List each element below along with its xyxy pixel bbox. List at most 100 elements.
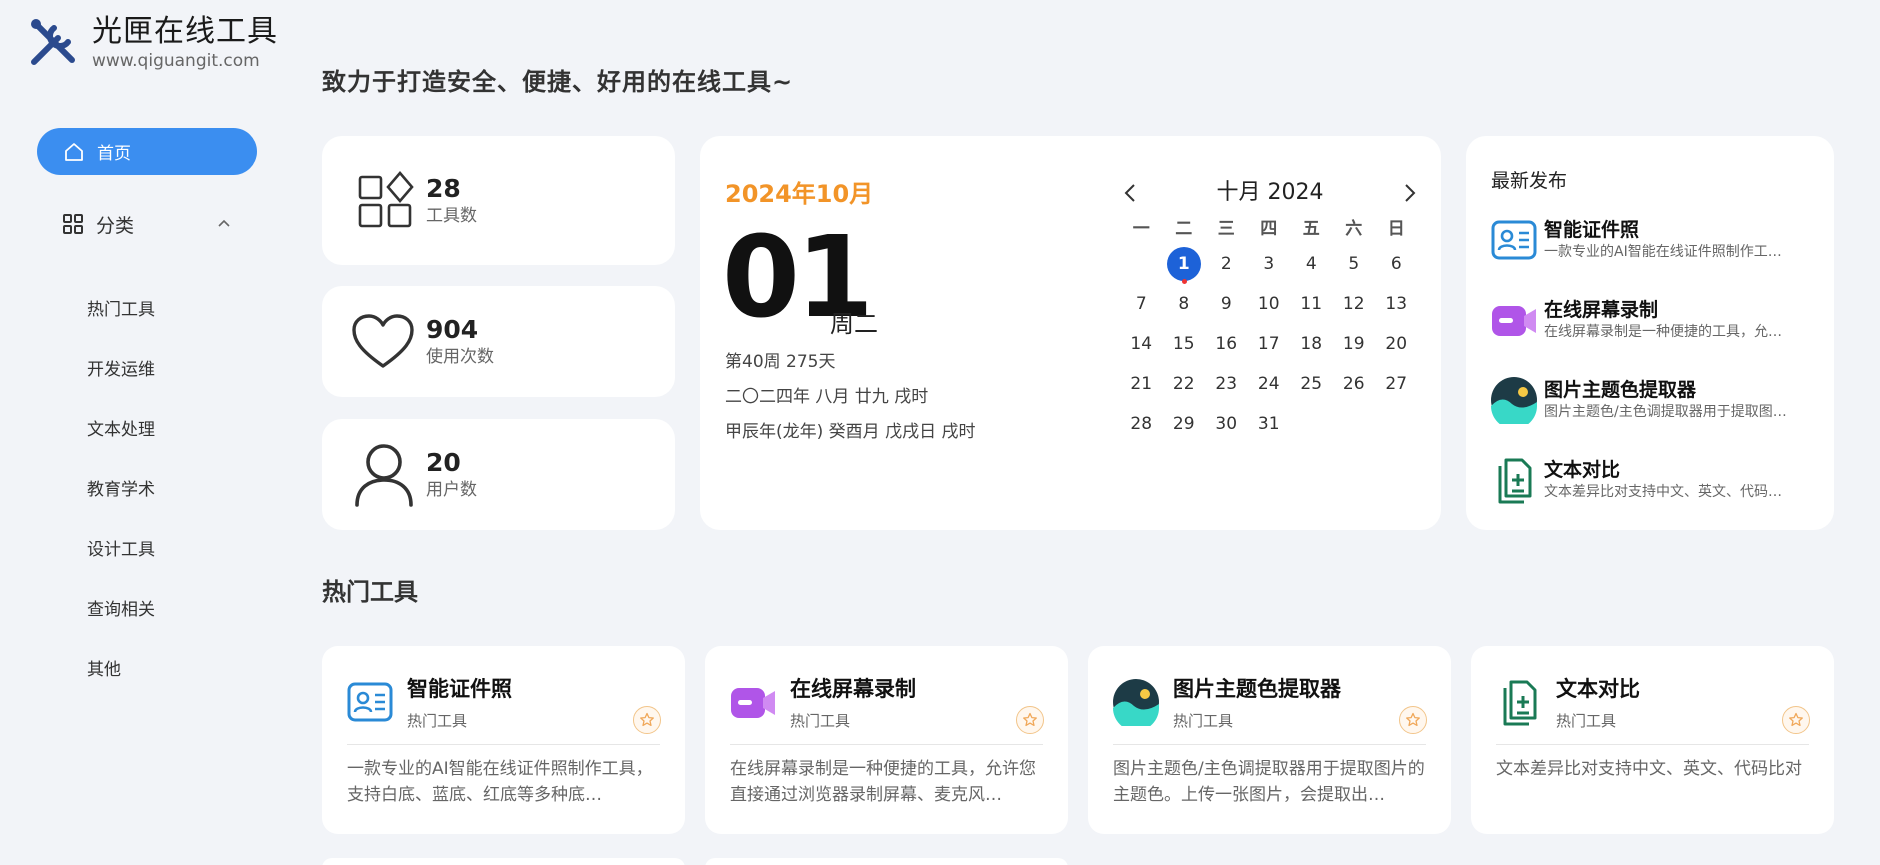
calendar-day[interactable]: 17 xyxy=(1248,324,1291,364)
calendar-day-label: 30 xyxy=(1215,414,1238,434)
calendar-day-label: 12 xyxy=(1342,294,1365,314)
weekday-row: 一 二 三 四 五 六 日 xyxy=(1120,214,1420,244)
calendar-ganzhi: 甲辰年(龙年) 癸酉月 戊戌日 戌时 xyxy=(725,422,976,442)
latest-item-title: 智能证件照 xyxy=(1544,219,1640,241)
calendar-day-label: 21 xyxy=(1130,374,1153,394)
calendar-day[interactable]: 6 xyxy=(1375,244,1418,284)
calendar-day[interactable]: 20 xyxy=(1375,324,1418,364)
favorite-button[interactable] xyxy=(1782,706,1810,734)
calendar-day[interactable]: 25 xyxy=(1290,364,1333,404)
latest-title: 最新发布 xyxy=(1491,170,1568,192)
sidebar-item-other[interactable]: 其他 xyxy=(87,655,155,715)
mini-calendar-title: 十月 2024 xyxy=(1216,180,1324,205)
sidebar-item-design[interactable]: 设计工具 xyxy=(87,535,155,595)
calendar-day[interactable]: 4 xyxy=(1290,244,1333,284)
calendar-day[interactable]: 24 xyxy=(1248,364,1291,404)
calendar-empty-cell xyxy=(1375,404,1418,444)
calendar-day[interactable]: 5 xyxy=(1333,244,1376,284)
sidebar-item-hot[interactable]: 热门工具 xyxy=(87,295,155,355)
calendar-day[interactable]: 2 xyxy=(1205,244,1248,284)
tool-card-id-photo[interactable]: 智能证件照 热门工具 一款专业的AI智能在线证件照制作工具，支持白底、蓝底、红底… xyxy=(322,646,685,834)
calendar-day-today[interactable]: 1 xyxy=(1163,244,1206,284)
calendar-day-label: 24 xyxy=(1257,374,1280,394)
tool-card-partial[interactable] xyxy=(322,858,685,865)
calendar-day[interactable]: 31 xyxy=(1248,404,1291,444)
brand-logo[interactable]: 光匣在线工具 www.qiguangit.com xyxy=(24,14,278,72)
sidebar-item-devops[interactable]: 开发运维 xyxy=(87,355,155,415)
video-camera-icon xyxy=(1492,306,1536,336)
weekday-label: 二 xyxy=(1175,219,1193,239)
calendar-week-row: 7 8 9 10 11 12 13 xyxy=(1120,284,1420,324)
tool-card-screen-record[interactable]: 在线屏幕录制 热门工具 在线屏幕录制是一种便捷的工具，允许您直接通过浏览器录制屏… xyxy=(705,646,1068,834)
calendar-day[interactable]: 30 xyxy=(1205,404,1248,444)
tool-card-desc: 一款专业的AI智能在线证件照制作工具，支持白底、蓝底、红底等多种底… xyxy=(347,759,653,805)
star-icon xyxy=(1789,712,1803,727)
chevron-left-icon[interactable] xyxy=(1120,182,1142,204)
calendar-day[interactable]: 15 xyxy=(1163,324,1206,364)
tool-card-text-compare[interactable]: 文本对比 热门工具 文本差异比对支持中文、英文、代码比对 xyxy=(1471,646,1834,834)
favorite-button[interactable] xyxy=(633,706,661,734)
latest-item-text-compare[interactable]: 文本对比 文本差异比对支持中文、英文、代码… xyxy=(1490,452,1820,508)
tool-card-partial[interactable] xyxy=(705,858,1068,865)
calendar-day[interactable]: 19 xyxy=(1333,324,1376,364)
calendar-day[interactable]: 26 xyxy=(1333,364,1376,404)
calendar-week-row: 14 15 16 17 18 19 20 xyxy=(1120,324,1420,364)
brand-domain: www.qiguangit.com xyxy=(92,51,260,71)
tool-card-title: 文本对比 xyxy=(1556,677,1640,701)
weekday-label: 三 xyxy=(1217,219,1235,239)
mini-calendar: 十月 2024 一 二 三 四 五 六 日 1 2 3 4 5 6 7 8 9 10 11 12 13 1… xyxy=(1120,176,1420,444)
brand-title: 光匣在线工具 xyxy=(92,14,278,49)
calendar-day[interactable]: 23 xyxy=(1205,364,1248,404)
favorite-button[interactable] xyxy=(1016,706,1044,734)
calendar-day-label: 13 xyxy=(1385,294,1408,314)
nav-home-label: 首页 xyxy=(97,144,131,164)
chevron-right-icon[interactable] xyxy=(1398,182,1420,204)
calendar-day[interactable]: 29 xyxy=(1163,404,1206,444)
page-slogan: 致力于打造安全、便捷、好用的在线工具~ xyxy=(322,68,794,96)
sidebar-item-education[interactable]: 教育学术 xyxy=(87,475,155,535)
calendar-day[interactable]: 22 xyxy=(1163,364,1206,404)
calendar-day-label: 10 xyxy=(1257,294,1280,314)
calendar-day[interactable]: 9 xyxy=(1205,284,1248,324)
calendar-day-label: 8 xyxy=(1178,294,1190,314)
calendar-day[interactable]: 13 xyxy=(1375,284,1418,324)
latest-item-screen-record[interactable]: 在线屏幕录制 在线屏幕录制是一种便捷的工具，允… xyxy=(1490,292,1820,348)
document-compare-icon xyxy=(1498,458,1532,504)
tools-logo-icon xyxy=(31,19,75,65)
user-icon xyxy=(355,443,413,507)
calendar-day[interactable]: 12 xyxy=(1333,284,1376,324)
home-icon xyxy=(65,142,83,161)
latest-item-id-photo[interactable]: 智能证件照 一款专业的AI智能在线证件照制作工… xyxy=(1490,212,1820,268)
nav-category-toggle[interactable]: 分类 xyxy=(62,210,232,238)
calendar-day[interactable]: 3 xyxy=(1248,244,1291,284)
stat-tools-label: 工具数 xyxy=(426,205,477,226)
calendar-day-label: 7 xyxy=(1135,294,1147,314)
latest-item-color-extractor[interactable]: 图片主题色提取器 图片主题色/主色调提取器用于提取图… xyxy=(1490,372,1820,428)
sidebar-item-text[interactable]: 文本处理 xyxy=(87,415,155,475)
weekday-label: 五 xyxy=(1302,219,1320,239)
star-icon xyxy=(1406,712,1420,727)
calendar-day[interactable]: 27 xyxy=(1375,364,1418,404)
calendar-day[interactable]: 14 xyxy=(1120,324,1163,364)
calendar-day[interactable]: 28 xyxy=(1120,404,1163,444)
document-compare-icon xyxy=(1503,680,1537,726)
nav-home[interactable]: 首页 xyxy=(37,128,257,175)
calendar-day[interactable]: 10 xyxy=(1248,284,1291,324)
calendar-day[interactable]: 21 xyxy=(1120,364,1163,404)
calendar-day-label: 3 xyxy=(1263,254,1275,274)
calendar-day[interactable]: 11 xyxy=(1290,284,1333,324)
calendar-day[interactable]: 7 xyxy=(1120,284,1163,324)
calendar-day[interactable]: 8 xyxy=(1163,284,1206,324)
calendar-day-label: 16 xyxy=(1215,334,1238,354)
calendar-day-label: 25 xyxy=(1300,374,1323,394)
tool-card-color-extractor[interactable]: 图片主题色提取器 热门工具 图片主题色/主色调提取器用于提取图片的主题色。上传一… xyxy=(1088,646,1451,834)
calendar-day[interactable]: 16 xyxy=(1205,324,1248,364)
favorite-button[interactable] xyxy=(1399,706,1427,734)
calendar-day-label: 14 xyxy=(1130,334,1153,354)
calendar-day[interactable]: 18 xyxy=(1290,324,1333,364)
calendar-day-label: 5 xyxy=(1348,254,1360,274)
landscape-image-icon xyxy=(1113,679,1159,726)
latest-item-title: 文本对比 xyxy=(1544,459,1621,481)
sidebar-item-query[interactable]: 查询相关 xyxy=(87,595,155,655)
latest-item-desc: 一款专业的AI智能在线证件照制作工… xyxy=(1544,244,1782,260)
